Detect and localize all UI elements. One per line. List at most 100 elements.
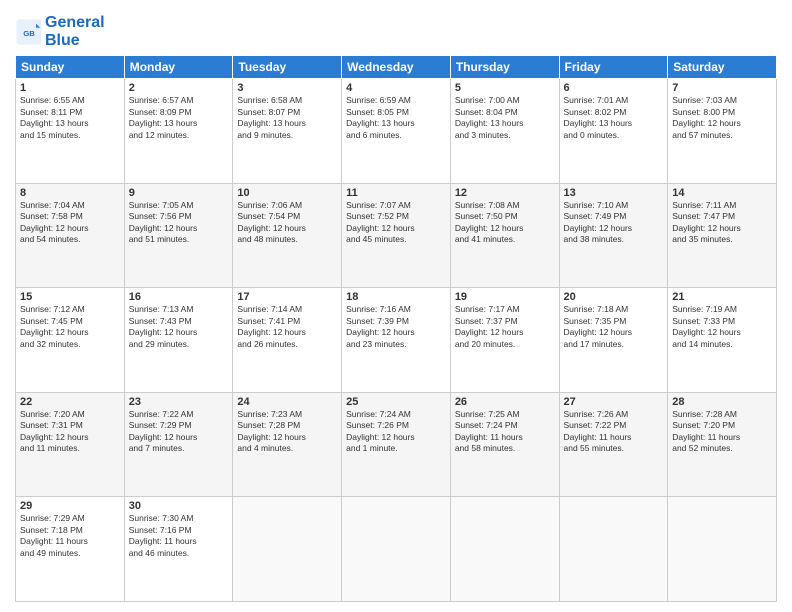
calendar-cell: 9Sunrise: 7:05 AM Sunset: 7:56 PM Daylig… [124,183,233,288]
day-number: 14 [672,187,772,199]
day-info: Sunrise: 7:13 AM Sunset: 7:43 PM Dayligh… [129,304,229,350]
day-number: 16 [129,291,229,303]
day-info: Sunrise: 6:59 AM Sunset: 8:05 PM Dayligh… [346,95,446,141]
day-number: 2 [129,82,229,94]
calendar-cell: 21Sunrise: 7:19 AM Sunset: 7:33 PM Dayli… [668,288,777,393]
day-number: 8 [20,187,120,199]
day-number: 28 [672,396,772,408]
calendar-cell: 25Sunrise: 7:24 AM Sunset: 7:26 PM Dayli… [342,392,451,497]
day-info: Sunrise: 7:01 AM Sunset: 8:02 PM Dayligh… [564,95,664,141]
calendar-week-row: 29Sunrise: 7:29 AM Sunset: 7:18 PM Dayli… [16,497,777,602]
calendar-cell: 7Sunrise: 7:03 AM Sunset: 8:00 PM Daylig… [668,79,777,184]
calendar-day-header: Tuesday [233,56,342,79]
day-info: Sunrise: 7:19 AM Sunset: 7:33 PM Dayligh… [672,304,772,350]
day-number: 12 [455,187,555,199]
day-info: Sunrise: 7:16 AM Sunset: 7:39 PM Dayligh… [346,304,446,350]
calendar-cell: 16Sunrise: 7:13 AM Sunset: 7:43 PM Dayli… [124,288,233,393]
day-number: 6 [564,82,664,94]
day-number: 15 [20,291,120,303]
day-number: 3 [237,82,337,94]
calendar-cell: 11Sunrise: 7:07 AM Sunset: 7:52 PM Dayli… [342,183,451,288]
calendar-cell: 26Sunrise: 7:25 AM Sunset: 7:24 PM Dayli… [450,392,559,497]
day-info: Sunrise: 7:17 AM Sunset: 7:37 PM Dayligh… [455,304,555,350]
day-info: Sunrise: 7:22 AM Sunset: 7:29 PM Dayligh… [129,409,229,455]
day-info: Sunrise: 7:25 AM Sunset: 7:24 PM Dayligh… [455,409,555,455]
calendar-cell: 1Sunrise: 6:55 AM Sunset: 8:11 PM Daylig… [16,79,125,184]
calendar-cell: 10Sunrise: 7:06 AM Sunset: 7:54 PM Dayli… [233,183,342,288]
day-number: 1 [20,82,120,94]
calendar-cell: 15Sunrise: 7:12 AM Sunset: 7:45 PM Dayli… [16,288,125,393]
day-info: Sunrise: 7:30 AM Sunset: 7:16 PM Dayligh… [129,513,229,559]
calendar-cell: 22Sunrise: 7:20 AM Sunset: 7:31 PM Dayli… [16,392,125,497]
day-number: 21 [672,291,772,303]
day-number: 29 [20,500,120,512]
calendar-cell: 14Sunrise: 7:11 AM Sunset: 7:47 PM Dayli… [668,183,777,288]
calendar-cell [342,497,451,602]
calendar-body: 1Sunrise: 6:55 AM Sunset: 8:11 PM Daylig… [16,79,777,602]
calendar-cell: 6Sunrise: 7:01 AM Sunset: 8:02 PM Daylig… [559,79,668,184]
calendar-day-header: Monday [124,56,233,79]
day-info: Sunrise: 7:03 AM Sunset: 8:00 PM Dayligh… [672,95,772,141]
calendar-cell [559,497,668,602]
calendar-day-header: Thursday [450,56,559,79]
day-number: 26 [455,396,555,408]
calendar-cell: 18Sunrise: 7:16 AM Sunset: 7:39 PM Dayli… [342,288,451,393]
day-number: 24 [237,396,337,408]
logo-text: General Blue [45,14,105,49]
calendar-week-row: 8Sunrise: 7:04 AM Sunset: 7:58 PM Daylig… [16,183,777,288]
day-number: 17 [237,291,337,303]
day-info: Sunrise: 7:00 AM Sunset: 8:04 PM Dayligh… [455,95,555,141]
day-number: 30 [129,500,229,512]
calendar-cell: 19Sunrise: 7:17 AM Sunset: 7:37 PM Dayli… [450,288,559,393]
day-info: Sunrise: 7:05 AM Sunset: 7:56 PM Dayligh… [129,200,229,246]
calendar-cell: 3Sunrise: 6:58 AM Sunset: 8:07 PM Daylig… [233,79,342,184]
calendar-cell [668,497,777,602]
day-info: Sunrise: 7:04 AM Sunset: 7:58 PM Dayligh… [20,200,120,246]
day-info: Sunrise: 7:10 AM Sunset: 7:49 PM Dayligh… [564,200,664,246]
header: GB General Blue [15,10,777,49]
day-info: Sunrise: 7:07 AM Sunset: 7:52 PM Dayligh… [346,200,446,246]
day-info: Sunrise: 7:23 AM Sunset: 7:28 PM Dayligh… [237,409,337,455]
day-info: Sunrise: 6:57 AM Sunset: 8:09 PM Dayligh… [129,95,229,141]
calendar-cell: 29Sunrise: 7:29 AM Sunset: 7:18 PM Dayli… [16,497,125,602]
calendar-cell: 5Sunrise: 7:00 AM Sunset: 8:04 PM Daylig… [450,79,559,184]
calendar-week-row: 15Sunrise: 7:12 AM Sunset: 7:45 PM Dayli… [16,288,777,393]
calendar-cell: 12Sunrise: 7:08 AM Sunset: 7:50 PM Dayli… [450,183,559,288]
calendar-cell: 23Sunrise: 7:22 AM Sunset: 7:29 PM Dayli… [124,392,233,497]
calendar-cell: 4Sunrise: 6:59 AM Sunset: 8:05 PM Daylig… [342,79,451,184]
calendar-cell: 27Sunrise: 7:26 AM Sunset: 7:22 PM Dayli… [559,392,668,497]
day-info: Sunrise: 7:08 AM Sunset: 7:50 PM Dayligh… [455,200,555,246]
day-number: 7 [672,82,772,94]
calendar-cell: 13Sunrise: 7:10 AM Sunset: 7:49 PM Dayli… [559,183,668,288]
day-number: 22 [20,396,120,408]
calendar-cell: 20Sunrise: 7:18 AM Sunset: 7:35 PM Dayli… [559,288,668,393]
day-number: 4 [346,82,446,94]
calendar-week-row: 1Sunrise: 6:55 AM Sunset: 8:11 PM Daylig… [16,79,777,184]
calendar-day-header: Sunday [16,56,125,79]
day-number: 5 [455,82,555,94]
day-number: 27 [564,396,664,408]
day-info: Sunrise: 7:26 AM Sunset: 7:22 PM Dayligh… [564,409,664,455]
day-number: 23 [129,396,229,408]
calendar-cell [233,497,342,602]
calendar-cell: 2Sunrise: 6:57 AM Sunset: 8:09 PM Daylig… [124,79,233,184]
calendar-day-header: Wednesday [342,56,451,79]
day-number: 20 [564,291,664,303]
svg-text:GB: GB [23,29,35,38]
day-info: Sunrise: 7:14 AM Sunset: 7:41 PM Dayligh… [237,304,337,350]
day-info: Sunrise: 7:06 AM Sunset: 7:54 PM Dayligh… [237,200,337,246]
calendar-cell: 24Sunrise: 7:23 AM Sunset: 7:28 PM Dayli… [233,392,342,497]
day-number: 13 [564,187,664,199]
logo: GB General Blue [15,14,105,49]
day-number: 10 [237,187,337,199]
day-number: 18 [346,291,446,303]
day-number: 25 [346,396,446,408]
calendar-table: SundayMondayTuesdayWednesdayThursdayFrid… [15,55,777,602]
calendar-day-header: Friday [559,56,668,79]
calendar-cell: 8Sunrise: 7:04 AM Sunset: 7:58 PM Daylig… [16,183,125,288]
day-number: 19 [455,291,555,303]
day-info: Sunrise: 7:28 AM Sunset: 7:20 PM Dayligh… [672,409,772,455]
day-number: 11 [346,187,446,199]
day-info: Sunrise: 7:29 AM Sunset: 7:18 PM Dayligh… [20,513,120,559]
calendar-week-row: 22Sunrise: 7:20 AM Sunset: 7:31 PM Dayli… [16,392,777,497]
